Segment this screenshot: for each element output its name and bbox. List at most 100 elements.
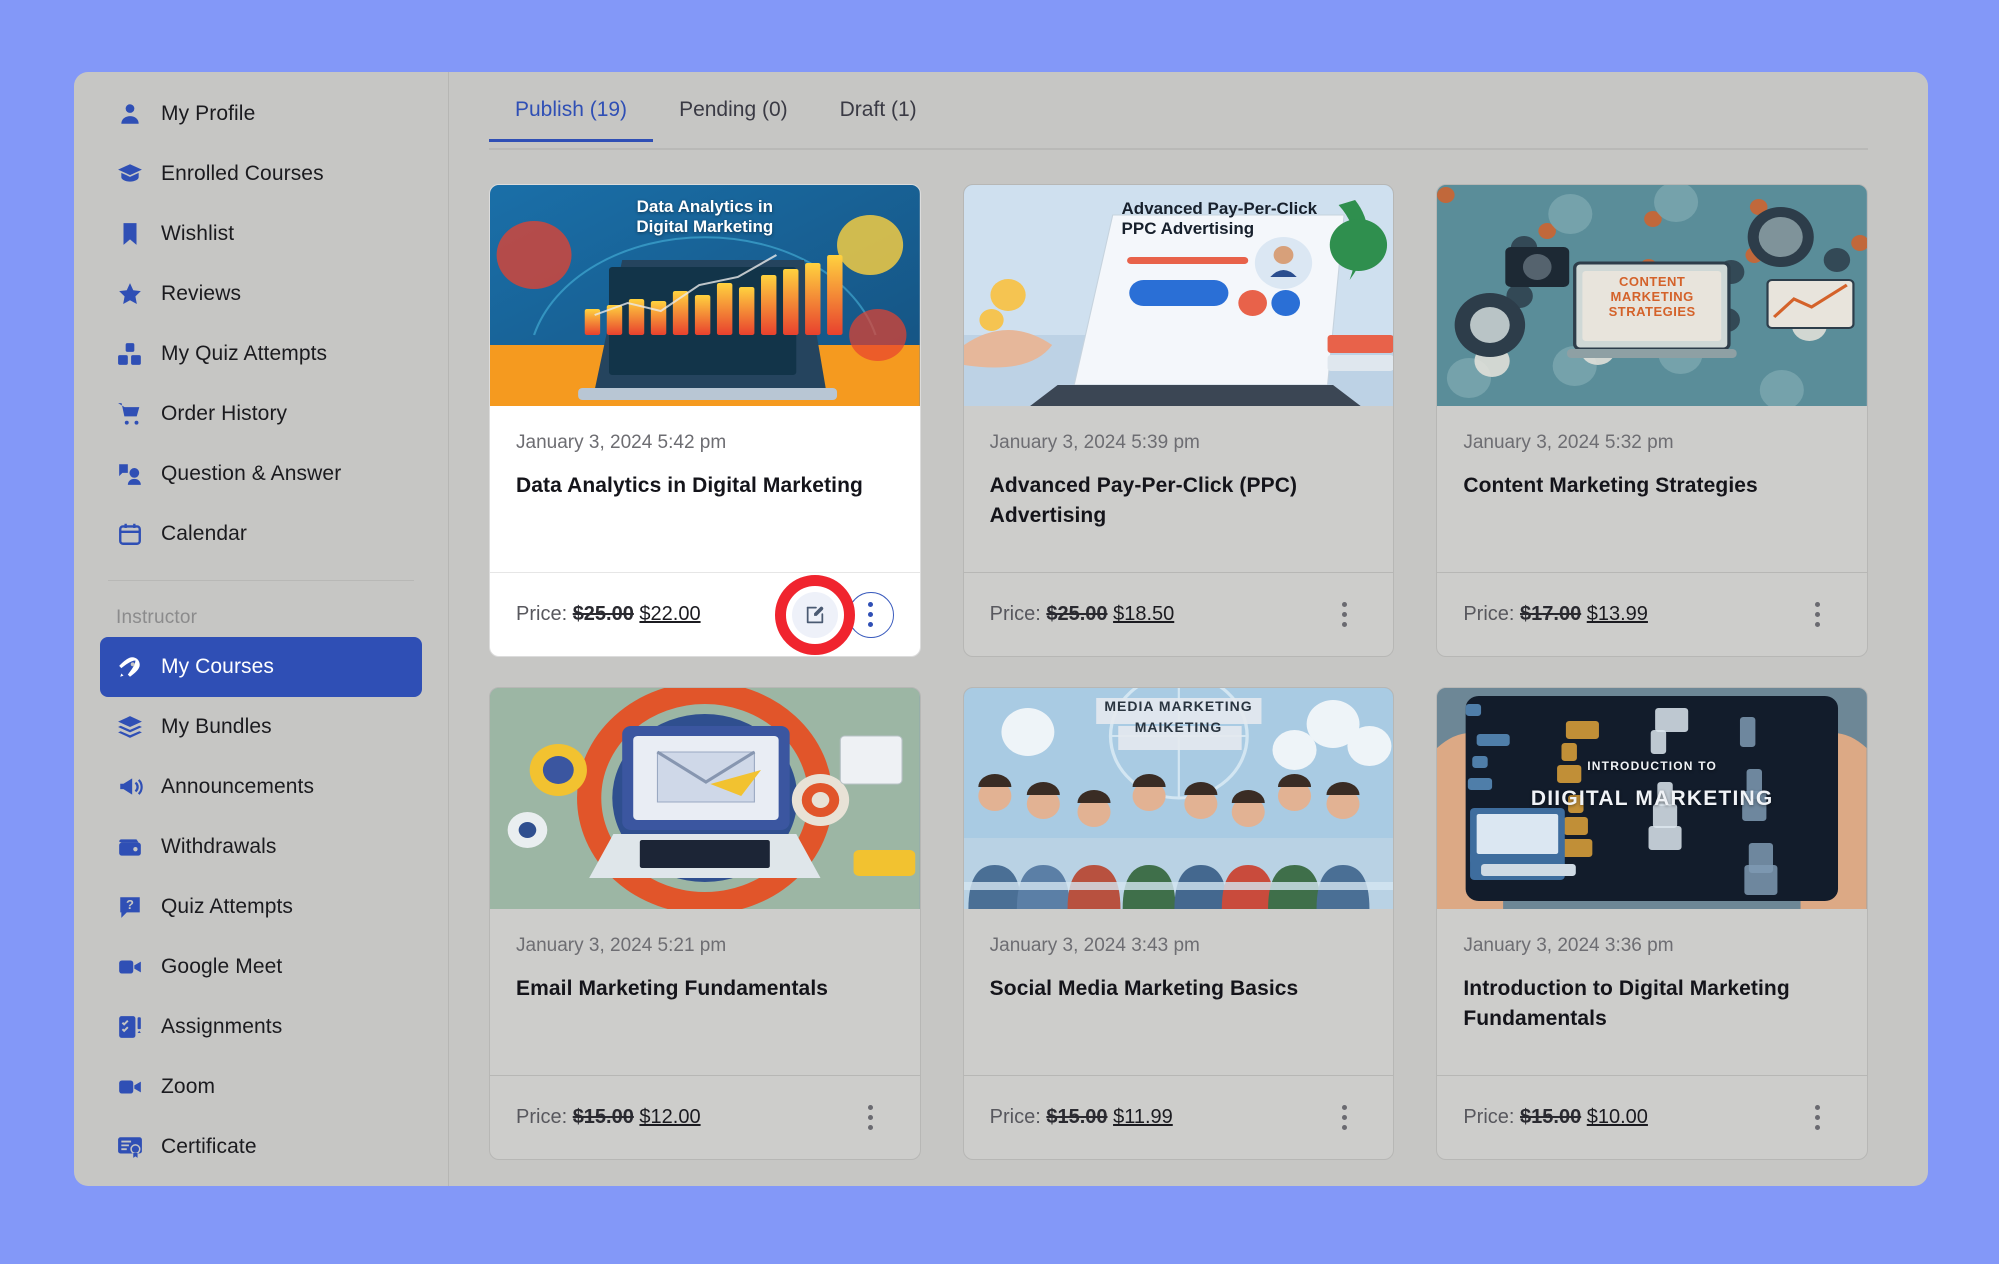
certificate-icon <box>116 1133 144 1161</box>
course-status-tabs: Publish (19) Pending (0) Draft (1) <box>489 84 1868 150</box>
sidebar-item-assignments[interactable]: Assignments <box>100 997 422 1057</box>
course-card[interactable]: January 3, 2024 5:21 pm Email Marketing F… <box>489 687 921 1160</box>
sidebar-item-label: My Bundles <box>161 715 272 738</box>
course-card-footer: Price: $15.00 $10.00 <box>1437 1075 1867 1159</box>
course-card-footer: Price: $25.00 $18.50 <box>963 572 1394 656</box>
course-title[interactable]: Advanced Pay-Per-Click (PPC) Advertising <box>990 471 1368 531</box>
course-title[interactable]: Introduction to Digital Marketing Fundam… <box>1463 974 1841 1034</box>
course-title[interactable]: Social Media Marketing Basics <box>990 974 1368 1004</box>
course-thumbnail[interactable]: INTRODUCTION TO DIIGITAL MARKETING <box>1437 688 1867 909</box>
kebab-dot <box>868 1105 874 1110</box>
kebab-dot <box>1341 1125 1347 1130</box>
sidebar-item-announcements[interactable]: Announcements <box>100 757 422 817</box>
price-label: Price: <box>516 603 568 625</box>
course-price: Price: $15.00 $11.99 <box>990 1106 1173 1129</box>
course-card-body: January 3, 2024 5:39 pm Advanced Pay-Per-… <box>964 406 1394 572</box>
course-card[interactable]: CONTENT MARKETING STRATEGIES January 3, 202… <box>1436 184 1868 657</box>
sidebar-item-my-courses[interactable]: My Courses <box>100 637 422 697</box>
price-label: Price: <box>1463 1106 1515 1128</box>
course-date: January 3, 2024 5:32 pm <box>1463 432 1674 453</box>
kebab-dot <box>868 602 874 607</box>
sidebar-item-label: Certificate <box>161 1135 257 1158</box>
course-card[interactable]: Data Analytics in Digital Marketing Januar… <box>489 184 921 657</box>
kebab-dot <box>868 622 874 627</box>
price-label: Price: <box>989 1106 1041 1128</box>
course-card-footer: Price: $25.00 $22.00 <box>490 572 920 656</box>
more-options-button[interactable] <box>1795 1095 1841 1141</box>
course-date: January 3, 2024 3:43 pm <box>989 935 1200 956</box>
sidebar-item-question-answer[interactable]: Question & Answer <box>100 444 422 504</box>
more-options-button[interactable] <box>848 1095 894 1141</box>
kebab-dot <box>868 1125 874 1130</box>
rocket-icon <box>116 653 144 681</box>
price-original: $17.00 <box>1520 603 1582 625</box>
more-options-button[interactable] <box>847 591 894 638</box>
course-card[interactable]: MEDIA MARKETING MAIKETING January 3, 2024 … <box>962 687 1395 1160</box>
tab-pending[interactable]: Pending (0) <box>653 84 814 140</box>
star-icon <box>116 280 144 308</box>
price-label: Price: <box>989 603 1041 625</box>
sidebar-item-my-quiz-attempts[interactable]: My Quiz Attempts <box>100 324 422 384</box>
kebab-dot <box>1341 612 1347 617</box>
video-camera-icon <box>116 1073 144 1101</box>
course-card[interactable]: INTRODUCTION TO DIIGITAL MARKETING January… <box>1436 687 1868 1160</box>
dashboard-panel: My Profile Enrolled Courses Wishlist Review… <box>74 72 1928 1186</box>
megaphone-icon <box>116 773 144 801</box>
kebab-dot <box>1815 1125 1821 1130</box>
course-date: January 3, 2024 3:36 pm <box>1463 935 1674 956</box>
sidebar-item-quiz-attempts[interactable]: ? Quiz Attempts <box>100 877 422 937</box>
course-card-actions <box>774 574 894 655</box>
sidebar-item-calendar[interactable]: Calendar <box>100 504 422 564</box>
sidebar-item-enrolled-courses[interactable]: Enrolled Courses <box>100 144 422 204</box>
sidebar-item-google-meet[interactable]: Google Meet <box>100 937 422 997</box>
more-options-button[interactable] <box>1321 1095 1367 1141</box>
kebab-dot <box>1341 622 1347 627</box>
sidebar-item-label: Assignments <box>161 1015 283 1038</box>
price-original: $15.00 <box>1046 1106 1108 1128</box>
course-thumbnail[interactable]: MEDIA MARKETING MAIKETING <box>963 688 1394 909</box>
tab-draft[interactable]: Draft (1) <box>814 84 943 140</box>
price-discounted: $12.00 <box>639 1106 701 1128</box>
sidebar-item-zoom[interactable]: Zoom <box>100 1057 422 1117</box>
more-options-button[interactable] <box>1795 592 1841 638</box>
sidebar-item-label: Calendar <box>161 522 248 545</box>
course-card-actions <box>1321 1095 1367 1141</box>
course-card-body: January 3, 2024 5:32 pm Content Marketing… <box>1437 406 1867 572</box>
price-original: $25.00 <box>572 603 634 625</box>
edit-course-button[interactable] <box>774 574 855 655</box>
sidebar-item-label: Question & Answer <box>161 462 342 485</box>
course-card-footer: Price: $17.00 $13.99 <box>1437 572 1867 656</box>
course-card[interactable]: Advanced Pay-Per-Click PPC Advertising Jan… <box>962 184 1395 657</box>
courses-grid: Data Analytics in Digital Marketing Januar… <box>489 150 1868 1160</box>
sidebar-item-label: Enrolled Courses <box>161 162 324 185</box>
course-thumbnail[interactable]: CONTENT MARKETING STRATEGIES <box>1437 185 1867 406</box>
price-discounted: $13.99 <box>1586 603 1648 625</box>
sidebar-item-order-history[interactable]: Order History <box>100 384 422 444</box>
tab-publish[interactable]: Publish (19) <box>489 84 654 142</box>
course-title[interactable]: Email Marketing Fundamentals <box>516 974 894 1004</box>
calendar-icon <box>116 520 144 548</box>
course-date: January 3, 2024 5:39 pm <box>989 432 1200 453</box>
course-title[interactable]: Data Analytics in Digital Marketing <box>516 471 894 501</box>
user-icon <box>116 100 144 128</box>
more-options-button[interactable] <box>1321 592 1367 638</box>
sidebar-student-nav: My Profile Enrolled Courses Wishlist Review… <box>100 72 422 564</box>
sidebar-item-reviews[interactable]: Reviews <box>100 264 422 324</box>
course-date: January 3, 2024 5:21 pm <box>516 935 727 956</box>
sidebar-item-withdrawals[interactable]: Withdrawals <box>100 817 422 877</box>
course-thumbnail[interactable]: Data Analytics in Digital Marketing <box>490 185 920 406</box>
layers-icon <box>116 713 144 741</box>
sidebar-item-label: Reviews <box>161 282 242 305</box>
course-title[interactable]: Content Marketing Strategies <box>1463 471 1841 501</box>
sidebar-item-label: Quiz Attempts <box>161 895 294 918</box>
course-thumbnail[interactable] <box>490 688 920 909</box>
sidebar-item-certificate[interactable]: Certificate <box>100 1117 422 1177</box>
graduation-cap-icon <box>116 160 144 188</box>
sidebar-item-wishlist[interactable]: Wishlist <box>100 204 422 264</box>
sidebar-item-my-bundles[interactable]: My Bundles <box>100 697 422 757</box>
sidebar-item-label: Google Meet <box>161 955 283 978</box>
kebab-dot <box>1341 1105 1347 1110</box>
course-thumbnail[interactable]: Advanced Pay-Per-Click PPC Advertising <box>963 185 1394 406</box>
course-card-actions <box>848 1095 894 1141</box>
sidebar-item-my-profile[interactable]: My Profile <box>100 84 422 144</box>
